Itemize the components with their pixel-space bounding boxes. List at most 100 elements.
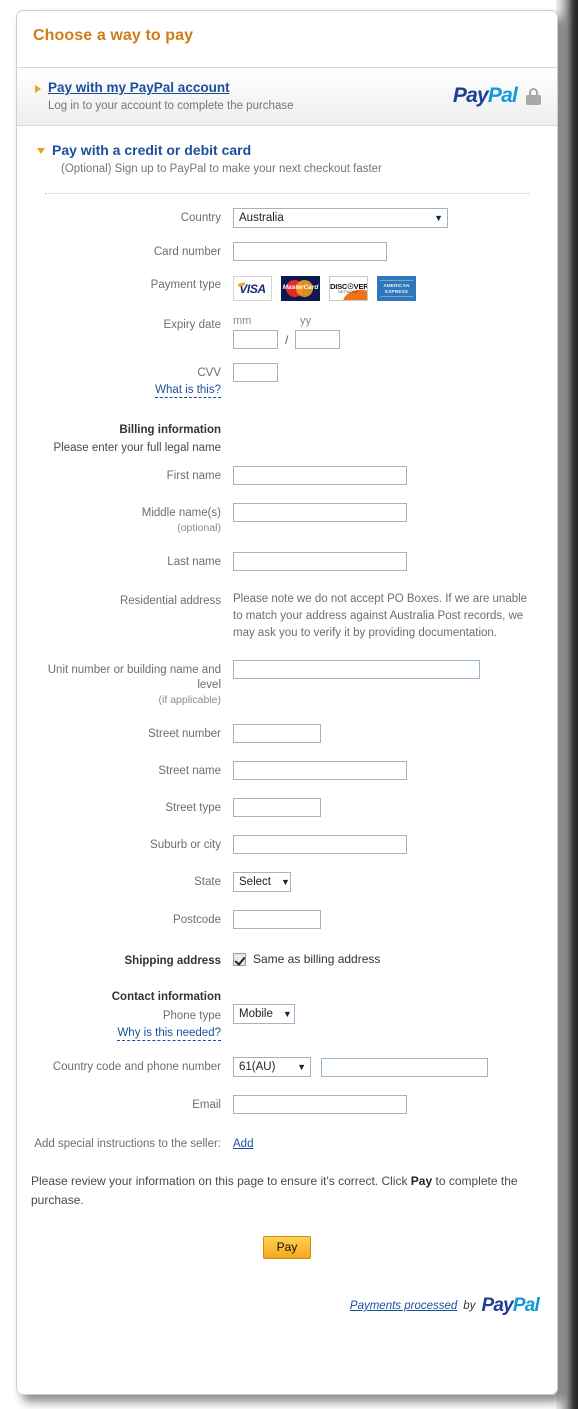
card-number-input[interactable] xyxy=(233,242,387,261)
street-number-label: Street number xyxy=(148,728,221,740)
suburb-input[interactable] xyxy=(233,835,407,854)
last-name-input[interactable] xyxy=(233,552,407,571)
footer-paypal-logo: PayPal xyxy=(481,1295,539,1317)
chevron-down-icon: ▼ xyxy=(297,1062,306,1072)
expiry-mm-header: mm xyxy=(233,315,252,327)
expiry-year-input[interactable] xyxy=(295,330,341,349)
row-suburb: Suburb or city xyxy=(33,835,541,854)
contact-information-heading: Contact information xyxy=(111,991,221,1003)
phone-number-input[interactable] xyxy=(321,1057,488,1077)
state-label: State xyxy=(194,876,221,888)
chevron-down-icon: ▼ xyxy=(434,213,443,223)
footer-paypal-logo-pay: Pay xyxy=(481,1295,513,1316)
triangle-right-icon xyxy=(35,85,41,93)
middle-name-label-group: Middle name(s) (optional) xyxy=(33,503,233,536)
expiry-month-input[interactable] xyxy=(233,330,278,349)
country-select-value: Australia xyxy=(239,212,284,224)
phone-type-help-link[interactable]: Why is this needed? xyxy=(117,1027,221,1041)
cvv-help-link[interactable]: What is this? xyxy=(155,384,221,398)
row-last-name: Last name xyxy=(33,552,541,571)
paypal-brand-group: PayPal xyxy=(453,84,541,108)
country-select[interactable]: Australia ▼ xyxy=(233,208,448,228)
street-type-label: Street type xyxy=(165,802,221,814)
row-phone-type: Contact information Phone type Why is th… xyxy=(33,987,541,1041)
cvv-input[interactable] xyxy=(233,363,278,382)
chevron-down-icon: ▼ xyxy=(282,1009,292,1019)
row-email: Email xyxy=(33,1095,541,1114)
cvv-label: CVV xyxy=(197,367,221,379)
pay-with-paypal-link[interactable]: Pay with my PayPal account xyxy=(48,80,230,95)
street-type-input[interactable] xyxy=(233,798,321,817)
expiry-yy-header: yy xyxy=(300,315,311,327)
add-special-instructions-link[interactable]: Add xyxy=(233,1138,253,1150)
unit-number-optional: (if applicable) xyxy=(158,694,221,706)
same-as-billing-checkbox-group[interactable]: Same as billing address xyxy=(233,951,541,966)
suburb-label: Suburb or city xyxy=(150,839,221,851)
expiry-date-label: Expiry date xyxy=(163,319,221,331)
street-name-input[interactable] xyxy=(233,761,407,780)
country-code-phone-label: Country code and phone number xyxy=(52,1061,221,1073)
email-input[interactable] xyxy=(233,1095,407,1114)
row-cvv: CVV What is this? xyxy=(33,363,541,398)
payment-type-label: Payment type xyxy=(150,279,221,291)
payment-form: Country Australia ▼ Card number Payment … xyxy=(33,194,541,1152)
row-payment-type: Payment type VISA MasterCard DISC☉VER NE… xyxy=(33,275,541,301)
credit-card-section-header[interactable]: Pay with a credit or debit card xyxy=(33,142,541,158)
unit-number-label: Unit number or building name and level xyxy=(47,664,221,691)
row-first-name: First name xyxy=(33,466,541,485)
review-pay-emphasis: Pay xyxy=(410,1174,433,1188)
pay-button-bar: Pay xyxy=(17,1210,557,1259)
same-as-billing-checkbox[interactable] xyxy=(233,952,246,966)
credit-card-section-title[interactable]: Pay with a credit or debit card xyxy=(52,142,251,158)
review-text-before: Please review your information on this p… xyxy=(31,1174,411,1188)
viewport-right-edge xyxy=(556,0,578,1409)
row-country-code-phone: Country code and phone number 61(AU) ▼ xyxy=(33,1057,541,1077)
row-special-instructions: Add special instructions to the seller: … xyxy=(33,1134,541,1152)
phone-type-select[interactable]: Mobile ▼ xyxy=(233,1004,295,1024)
footer-by-text: by xyxy=(463,1300,476,1312)
country-code-select-value: 61(AU) xyxy=(239,1061,276,1073)
first-name-input[interactable] xyxy=(233,466,407,485)
unit-number-input[interactable] xyxy=(233,660,480,679)
row-country: Country Australia ▼ xyxy=(33,208,541,228)
footer-paypal-logo-pal: Pal xyxy=(512,1295,540,1316)
row-street-type: Street type xyxy=(33,798,541,817)
card-brand-list: VISA MasterCard DISC☉VER NETWORK AMERICA… xyxy=(233,275,541,301)
checkout-page: Choose a way to pay Pay with my PayPal a… xyxy=(16,10,558,1395)
row-residential-address: Residential address Please note we do no… xyxy=(33,591,541,642)
country-label: Country xyxy=(180,212,221,224)
card-number-label: Card number xyxy=(153,246,221,258)
row-expiry-date: Expiry date mm yy / xyxy=(33,315,541,349)
lock-icon xyxy=(526,87,541,105)
row-shipping-address: Shipping address Same as billing address xyxy=(33,951,541,969)
discover-icon: DISC☉VER NETWORK xyxy=(329,276,368,301)
footer: Payments processed by PayPal xyxy=(17,1259,557,1317)
country-code-select[interactable]: 61(AU) ▼ xyxy=(233,1057,311,1077)
row-middle-name: Middle name(s) (optional) xyxy=(33,503,541,536)
street-number-input[interactable] xyxy=(233,724,321,743)
screenshot-root: Choose a way to pay Pay with my PayPal a… xyxy=(0,0,578,1409)
mastercard-icon-label: MasterCard xyxy=(282,284,319,291)
postcode-input[interactable] xyxy=(233,910,321,929)
row-card-number: Card number xyxy=(33,242,541,261)
residential-address-note: Please note we do not accept PO Boxes. I… xyxy=(233,593,528,639)
pay-button[interactable]: Pay xyxy=(262,1236,312,1259)
state-select[interactable]: Select ▼ xyxy=(233,872,291,892)
expiry-separator: / xyxy=(285,332,289,347)
row-state: State Select ▼ xyxy=(33,872,541,892)
email-label: Email xyxy=(192,1099,221,1111)
credit-card-section-sublabel: (Optional) Sign up to PayPal to make you… xyxy=(61,163,382,175)
page-title: Choose a way to pay xyxy=(33,27,194,44)
paypal-logo-pay: Pay xyxy=(452,84,489,107)
middle-name-label: Middle name(s) xyxy=(141,507,221,519)
visa-icon: VISA xyxy=(233,276,272,301)
shipping-address-label: Shipping address xyxy=(124,955,222,967)
row-street-name: Street name xyxy=(33,761,541,780)
expiry-headers: mm yy xyxy=(233,315,541,327)
middle-name-input[interactable] xyxy=(233,503,407,522)
mastercard-icon: MasterCard xyxy=(281,276,320,301)
paypal-account-panel[interactable]: Pay with my PayPal account Log in to you… xyxy=(17,67,557,126)
same-as-billing-label: Same as billing address xyxy=(253,952,381,966)
payments-processed-link[interactable]: Payments processed xyxy=(350,1300,457,1312)
triangle-down-icon xyxy=(37,148,45,154)
